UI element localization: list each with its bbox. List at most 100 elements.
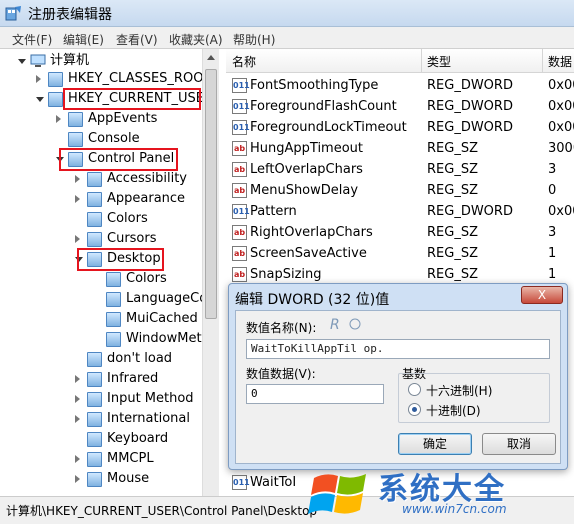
value-data: 0x00 — [548, 120, 574, 135]
expand-toggle[interactable] — [75, 175, 80, 183]
expand-toggle[interactable] — [56, 115, 61, 123]
column-divider[interactable] — [542, 49, 543, 73]
scroll-up-arrow-icon[interactable] — [207, 55, 215, 60]
tree-node-label: Mouse — [107, 471, 150, 486]
tree-scrollbar[interactable] — [202, 49, 219, 496]
value-type: REG_SZ — [427, 141, 478, 156]
list-item[interactable]: 011ForegroundLockTimeout REG_DWORD 0x00 — [226, 117, 574, 138]
list-item[interactable]: ab SnapSizing REG_SZ 1 — [226, 264, 574, 285]
scroll-thumb[interactable] — [205, 69, 217, 319]
tree-node-appevents[interactable]: AppEvents — [56, 109, 206, 129]
value-name: ScreenSaveActive — [250, 246, 367, 261]
value-type: REG_SZ — [427, 183, 478, 198]
list-item[interactable]: ab RightOverlapChars REG_SZ 3 — [226, 222, 574, 243]
list-header: 名称 类型 数据 — [226, 49, 574, 73]
list-item[interactable]: ab ScreenSaveActive REG_SZ 1 — [226, 243, 574, 264]
value-data-label: 数值数据(V): — [246, 367, 316, 381]
menu-favorites[interactable]: 收藏夹(A) — [169, 31, 223, 48]
value-type: REG_SZ — [427, 162, 478, 177]
tree-node-mmcpl[interactable]: MMCPL — [75, 449, 205, 469]
tree-node-windowmetr[interactable]: WindowMetr — [94, 329, 207, 349]
tree-node-infrared[interactable]: Infrared — [75, 369, 205, 389]
folder-icon — [48, 72, 63, 87]
value-type: REG_SZ — [427, 225, 478, 240]
value-name: HungAppTimeout — [250, 141, 364, 156]
dec-radio-label[interactable]: 十进制(D) — [426, 402, 481, 419]
ok-button[interactable]: 确定 — [398, 433, 472, 455]
window-title: 注册表编辑器 — [28, 7, 112, 23]
tree-node-dont-load[interactable]: don't load — [75, 349, 205, 369]
reg-sz-icon: ab — [232, 246, 247, 261]
expand-toggle[interactable] — [75, 195, 80, 203]
tree-node-input-method[interactable]: Input Method — [75, 389, 205, 409]
tree-node-colors[interactable]: Colors — [75, 209, 205, 229]
tree-node-desktop-colors[interactable]: Colors — [94, 269, 206, 289]
value-type: REG_DWORD — [427, 78, 513, 93]
value-name: Pattern — [250, 204, 297, 219]
list-item[interactable]: ab LeftOverlapChars REG_SZ 3 — [226, 159, 574, 180]
tree-node-console[interactable]: Console — [56, 129, 206, 149]
list-item[interactable]: abHungAppTimeout REG_SZ 3000 — [226, 138, 574, 159]
column-header-data[interactable]: 数据 — [548, 53, 572, 70]
tree-node-international[interactable]: International — [75, 409, 205, 429]
tree-node-accessibility[interactable]: Accessibility — [75, 169, 205, 189]
column-divider[interactable] — [421, 49, 422, 73]
tree-node-label: Input Method — [107, 391, 194, 406]
tree-node-computer[interactable]: 计算机 — [18, 51, 198, 71]
expand-toggle[interactable] — [75, 455, 80, 463]
expand-toggle[interactable] — [36, 75, 41, 83]
list-item[interactable]: 011FontSmoothingType REG_DWORD 0x00 — [226, 75, 574, 96]
tree-node-muicached[interactable]: MuiCached — [94, 309, 206, 329]
tree-node-label: Colors — [126, 271, 167, 286]
status-path: 计算机\HKEY_CURRENT_USER\Control Panel\Desk… — [6, 504, 318, 518]
tree-node-cursors[interactable]: Cursors — [75, 229, 205, 249]
menu-bar: 文件(F) 编辑(E) 查看(V) 收藏夹(A) 帮助(H) — [0, 27, 574, 49]
menu-file[interactable]: 文件(F) — [12, 31, 52, 48]
expand-toggle[interactable] — [75, 415, 80, 423]
reg-dword-icon: 011 — [232, 120, 250, 135]
expand-toggle[interactable] — [36, 97, 44, 102]
value-data: 3000 — [548, 141, 574, 156]
value-name-field[interactable]: WaitToKillAppTil op. — [246, 339, 550, 359]
folder-icon — [87, 412, 102, 427]
hex-radio[interactable] — [408, 383, 421, 396]
reg-dword-icon: 011 — [232, 475, 250, 490]
hex-radio-label[interactable]: 十六进制(H) — [426, 382, 492, 399]
registry-tree[interactable]: 计算机 HKEY_CLASSES_ROOT HKEY_CURRENT_USER … — [0, 49, 219, 496]
tree-node-label: WindowMetr — [126, 331, 207, 346]
tree-node-mouse[interactable]: Mouse — [75, 469, 205, 489]
expand-toggle[interactable] — [75, 475, 80, 483]
r-logo-icon: R — [330, 317, 361, 332]
column-header-type[interactable]: 类型 — [427, 53, 451, 70]
expand-toggle[interactable] — [18, 59, 26, 64]
menu-help[interactable]: 帮助(H) — [233, 31, 275, 48]
menu-edit[interactable]: 编辑(E) — [63, 31, 104, 48]
value-name: ForegroundFlashCount — [250, 99, 397, 114]
tree-node-keyboard[interactable]: Keyboard — [75, 429, 205, 449]
list-item[interactable]: 011Pattern REG_DWORD 0x00 — [226, 201, 574, 222]
list-item[interactable]: ab MenuShowDelay REG_SZ 0 — [226, 180, 574, 201]
value-type: REG_DWORD — [427, 204, 513, 219]
close-button[interactable]: X — [521, 286, 563, 304]
expand-toggle[interactable] — [75, 235, 80, 243]
value-name: LeftOverlapChars — [250, 162, 363, 177]
reg-dword-icon: 011 — [232, 78, 250, 93]
dec-radio[interactable] — [408, 403, 421, 416]
tree-node-hkcr[interactable]: HKEY_CLASSES_ROOT — [36, 69, 211, 89]
cancel-button[interactable]: 取消 — [482, 433, 556, 455]
value-data: 3 — [548, 162, 557, 177]
tree-node-languagecor[interactable]: LanguageCor — [94, 289, 213, 309]
value-data-input[interactable]: 0 — [246, 384, 384, 404]
expand-toggle[interactable] — [75, 395, 80, 403]
list-item[interactable]: 011ForegroundFlashCount REG_DWORD 0x00 — [226, 96, 574, 117]
tree-node-label: MuiCached — [126, 311, 198, 326]
expand-toggle[interactable] — [75, 375, 80, 383]
folder-icon — [106, 332, 121, 347]
watermark-url: www.win7cn.com — [402, 502, 507, 516]
folder-icon — [106, 272, 121, 287]
menu-view[interactable]: 查看(V) — [116, 31, 158, 48]
column-header-name[interactable]: 名称 — [232, 53, 256, 70]
tree-node-appearance[interactable]: Appearance — [75, 189, 205, 209]
tree-node-label: Accessibility — [107, 171, 187, 186]
value-data: 3 — [548, 225, 557, 240]
